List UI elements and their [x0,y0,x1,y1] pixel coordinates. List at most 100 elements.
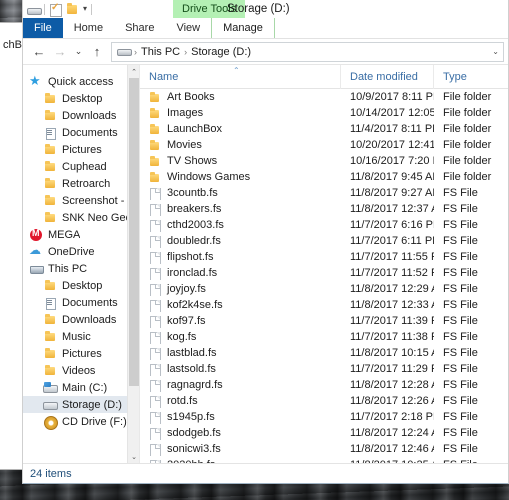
file-row[interactable]: 3countb.fs11/8/2017 9:27 AMFS File [140,185,508,201]
nav-item-pictures[interactable]: Pictures [23,345,139,362]
file-row[interactable]: rotd.fs11/8/2017 12:26 A...FS File [140,393,508,409]
ribbon-tab-view[interactable]: View [165,18,211,38]
nav-item-label: Storage (D:) [62,399,122,411]
file-type-cell: FS File [434,427,508,439]
nav-item-downloads[interactable]: Downloads [23,311,139,328]
file-row[interactable]: kog.fs11/7/2017 11:38 PMFS File [140,329,508,345]
file-name-label: Images [167,107,203,119]
file-row[interactable]: Images10/14/2017 12:05 ...File folder [140,105,508,121]
nav-item-music[interactable]: Music [23,328,139,345]
nav-item-label: Downloads [62,110,116,122]
file-row[interactable]: lastblad.fs11/8/2017 10:15 A...FS File [140,345,508,361]
nav-item-cd-drive-f[interactable]: CD Drive (F:) [23,413,139,430]
column-header-name[interactable]: Name ⌃ [140,65,341,89]
file-type-cell: File folder [434,91,508,103]
file-row[interactable]: LaunchBox11/4/2017 8:11 PMFile folder [140,121,508,137]
nav-item-snk-neo-geo-m[interactable]: SNK Neo Geo M [23,209,139,226]
cd-drive-icon [43,415,57,429]
nav-item-main-c[interactable]: Main (C:) [23,379,139,396]
file-row[interactable]: breakers.fs11/8/2017 12:37 A...FS File [140,201,508,217]
ribbon-tab-file[interactable]: File [23,18,63,38]
chevron-down-icon[interactable]: ▾ [83,5,87,13]
file-explorer-window: ▾ Drive Tools Storage (D:) FileHomeShare… [22,0,509,484]
status-bar: 24 items [23,463,508,483]
file-row[interactable]: s1945p.fs11/7/2017 2:18 PMFS File [140,409,508,425]
file-date-cell: 11/8/2017 12:26 A... [341,395,434,407]
folder-icon [43,194,57,208]
file-row[interactable]: Windows Games11/8/2017 9:45 AMFile folde… [140,169,508,185]
file-row[interactable]: joyjoy.fs11/8/2017 12:29 A...FS File [140,281,508,297]
file-row[interactable]: Movies10/20/2017 12:41 ...File folder [140,137,508,153]
file-row[interactable]: doubledr.fs11/7/2017 6:11 PMFS File [140,233,508,249]
file-name-label: Movies [167,139,202,151]
nav-item-retroarch[interactable]: Retroarch [23,175,139,192]
column-header-type[interactable]: Type [434,65,508,89]
file-name-cell: cthd2003.fs [140,219,341,232]
file-row[interactable]: ironclad.fs11/7/2017 11:52 PMFS File [140,265,508,281]
scroll-down-icon[interactable]: ⌄ [128,450,140,463]
folder-icon [43,160,57,174]
file-type-cell: File folder [434,107,508,119]
recent-locations-button[interactable]: ⌄ [71,42,86,62]
nav-item-screenshot-ga[interactable]: Screenshot - Ga [23,192,139,209]
breadcrumb-storage-d[interactable]: Storage (D:) [191,46,251,58]
scroll-up-icon[interactable]: ⌃ [128,65,140,78]
nav-item-label: Pictures [62,144,102,156]
nav-item-desktop[interactable]: Desktop⚲ [23,90,139,107]
file-row[interactable]: Art Books10/9/2017 8:11 PMFile folder [140,89,508,105]
file-row[interactable]: sdodgeb.fs11/8/2017 12:24 A...FS File [140,425,508,441]
scrollbar-thumb[interactable] [129,78,139,386]
checkmark-icon[interactable] [49,3,62,16]
nav-item-videos[interactable]: Videos [23,362,139,379]
folder-icon[interactable] [66,3,79,16]
file-type-cell: File folder [434,171,508,183]
mega-icon [29,228,43,242]
ribbon-tab-manage[interactable]: Manage [211,17,275,38]
nav-item-quick-access[interactable]: Quick access [23,73,139,90]
star-icon [29,75,43,89]
nav-item-storage-d[interactable]: Storage (D:) [23,396,139,413]
nav-item-cuphead[interactable]: Cuphead [23,158,139,175]
nav-item-downloads[interactable]: Downloads⚲ [23,107,139,124]
nav-item-desktop[interactable]: Desktop [23,277,139,294]
file-name-cell: sdodgeb.fs [140,427,341,440]
forward-button[interactable]: → [50,42,70,62]
file-type-cell: File folder [434,155,508,167]
file-row[interactable]: lastsold.fs11/7/2017 11:29 PMFS File [140,361,508,377]
nav-item-documents[interactable]: Documents [23,294,139,311]
back-button[interactable]: ← [29,42,49,62]
file-row[interactable]: sonicwi3.fs11/8/2017 12:46 A...FS File [140,441,508,457]
ribbon-tab-home[interactable]: Home [63,18,114,38]
nav-item-label: MEGA [48,229,80,241]
file-row[interactable]: ragnagrd.fs11/8/2017 12:28 A...FS File [140,377,508,393]
file-row[interactable]: TV Shows10/16/2017 7:20 PMFile folder [140,153,508,169]
nav-item-this-pc[interactable]: This PC [23,260,139,277]
nav-item-pictures[interactable]: Pictures⚲ [23,141,139,158]
nav-item-label: Screenshot - Ga [62,195,135,207]
file-row[interactable]: kof2k4se.fs11/8/2017 12:33 A...FS File [140,297,508,313]
file-icon [149,235,161,248]
breadcrumb-this-pc[interactable]: This PC [141,46,180,58]
file-row[interactable]: cthd2003.fs11/7/2017 6:16 PMFS File [140,217,508,233]
file-name-label: joyjoy.fs [167,283,206,295]
nav-item-documents[interactable]: Documents⚲ [23,124,139,141]
file-date-cell: 11/7/2017 2:18 PM [341,411,434,423]
column-headers: Name ⌃ Date modified Type [140,65,508,89]
nav-item-onedrive[interactable]: OneDrive [23,243,139,260]
file-row[interactable]: flipshot.fs11/7/2017 11:55 PMFS File [140,249,508,265]
file-date-cell: 11/7/2017 11:39 PM [341,315,434,327]
ribbon-tab-share[interactable]: Share [114,18,165,38]
file-icon [149,219,161,232]
file-rows-container: Art Books10/9/2017 8:11 PMFile folderIma… [140,89,508,463]
drive-icon[interactable] [27,3,40,16]
up-button[interactable]: ↑ [87,42,107,62]
nav-item-mega[interactable]: MEGA [23,226,139,243]
file-icon [149,459,161,464]
address-dropdown-icon[interactable]: ⌄ [492,47,499,56]
navigation-scrollbar[interactable]: ⌃ ⌄ [127,65,139,463]
file-row[interactable]: kof97.fs11/7/2017 11:39 PMFS File [140,313,508,329]
address-bar[interactable]: › This PC › Storage (D:) ⌄ [111,42,504,62]
file-name-label: ironclad.fs [167,267,217,279]
file-icon [149,331,161,344]
column-header-date-modified[interactable]: Date modified [341,65,434,89]
